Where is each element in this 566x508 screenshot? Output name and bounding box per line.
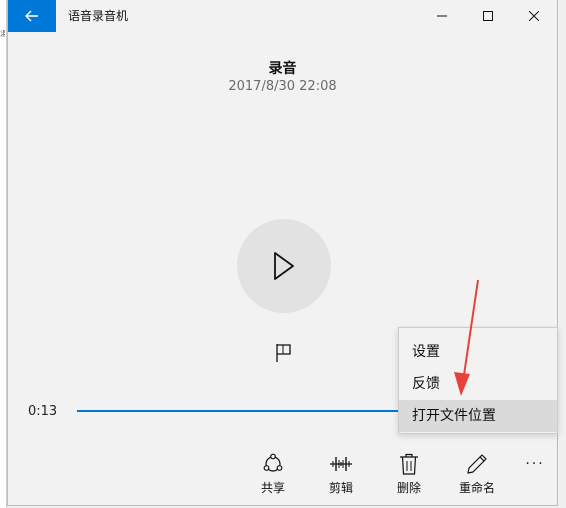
app-title: 语音录音机: [68, 9, 129, 23]
close-icon: [529, 11, 539, 21]
delete-label: 删除: [396, 481, 421, 495]
menu-item-open-file-location[interactable]: 打开文件位置: [399, 400, 557, 432]
background-window-edge: 湯: [0, 0, 7, 508]
menu-item-settings[interactable]: 设置: [399, 336, 557, 368]
back-button[interactable]: [8, 0, 56, 32]
minimize-button[interactable]: [419, 0, 465, 32]
share-icon: [263, 453, 283, 472]
current-time: 0:13: [28, 404, 58, 419]
more-options-menu: 设置 反馈 打开文件位置: [398, 327, 558, 434]
share-button[interactable]: 共享: [247, 452, 299, 498]
trim-icon: [330, 457, 352, 471]
playback-progress-bar[interactable]: [77, 410, 399, 412]
close-button[interactable]: [511, 0, 557, 32]
play-icon: [274, 252, 294, 280]
minimize-icon: [437, 15, 447, 17]
delete-button[interactable]: 删除: [383, 452, 435, 498]
maximize-icon: [483, 11, 493, 21]
menu-item-feedback[interactable]: 反馈: [399, 368, 557, 400]
recording-date: 2017/8/30 22:08: [228, 79, 337, 94]
trim-button[interactable]: 剪辑: [315, 452, 367, 498]
rename-label: 重命名: [458, 481, 495, 495]
maximize-button[interactable]: [465, 0, 511, 32]
more-icon: ···: [525, 456, 545, 472]
recording-title: 录音: [268, 61, 297, 77]
add-marker-button[interactable]: [273, 342, 295, 364]
rename-button[interactable]: 重命名: [451, 452, 503, 498]
more-button[interactable]: ···: [518, 452, 552, 476]
title-bar: 语音录音机: [8, 0, 557, 32]
back-arrow-icon: [25, 10, 38, 22]
flag-icon: [276, 344, 291, 362]
share-label: 共享: [260, 481, 285, 495]
trim-label: 剪辑: [328, 481, 353, 495]
voice-recorder-window: 语音录音机 录音 2017/8/30 22:08 0:13 设置 反馈 打开文件…: [7, 0, 558, 506]
delete-icon: [400, 453, 418, 475]
play-button[interactable]: [237, 219, 331, 313]
background-window-fragment: 湯: [0, 30, 5, 38]
rename-icon: [467, 454, 487, 474]
